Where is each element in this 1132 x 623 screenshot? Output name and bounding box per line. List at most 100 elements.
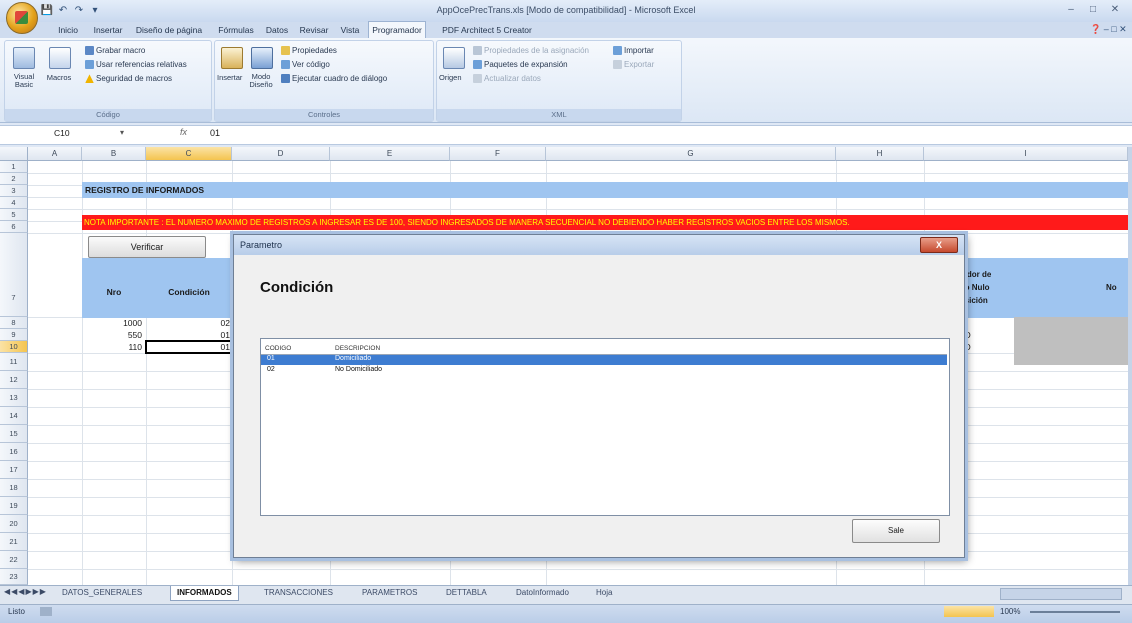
macros-icon [49,47,71,69]
row-header-9[interactable]: 9 [0,329,28,341]
close-button[interactable]: ✕ [1106,3,1124,17]
tab-formulas[interactable]: Fórmulas [216,22,256,38]
origen-button[interactable]: Origen [439,73,462,82]
propiedades-asignacion-button[interactable]: Propiedades de la asignación [473,45,589,57]
sheet-tab-informados[interactable]: INFORMADOS [170,586,239,601]
column-header-h[interactable]: H [836,147,924,161]
row-header-16[interactable]: 16 [0,443,28,461]
name-box[interactable]: C10 [8,127,94,140]
row-header-19[interactable]: 19 [0,497,28,515]
row-header-20[interactable]: 20 [0,515,28,533]
vertical-scrollbar[interactable] [1128,147,1132,585]
row-header-18[interactable]: 18 [0,479,28,497]
row-header-10[interactable]: 10 [0,341,28,353]
row-header-23[interactable]: 23 [0,569,28,585]
cell-condicion[interactable]: 02 [146,318,230,328]
list-item[interactable]: 02 No Domiciliado [261,366,947,376]
cell-nro[interactable]: 550 [82,330,142,340]
sheet-tab-datos-generales[interactable]: DATOS_GENERALES [56,586,148,600]
row-header-13[interactable]: 13 [0,389,28,407]
visual-basic-button[interactable]: Visual Basic [7,73,41,89]
row-header-11[interactable]: 11 [0,353,28,371]
row-header-6[interactable]: 6 [0,221,28,233]
sale-button[interactable]: Sale [852,519,940,543]
horizontal-scrollbar[interactable] [1000,588,1122,600]
view-code-icon [281,60,290,70]
active-cell-c10[interactable] [145,340,233,354]
name-box-dropdown-icon[interactable]: ▾ [120,128,124,137]
refresh-data-icon [473,74,482,84]
dialog-titlebar[interactable]: Parametro X [234,235,964,255]
fx-icon[interactable]: fx [180,127,187,137]
row-header-1[interactable]: 1 [0,161,28,173]
exportar-button[interactable]: Exportar [613,59,654,71]
sheet-tab-hoja[interactable]: Hoja [590,586,618,600]
macros-button[interactable]: Macros [43,73,75,82]
tab-programador[interactable]: Programador [368,21,426,38]
tab-inicio[interactable]: Inicio [52,22,84,38]
sheet-tab-parametros[interactable]: PARAMETROS [356,586,423,600]
cell-nro[interactable]: 110 [82,342,142,352]
row-header-8[interactable]: 8 [0,317,28,329]
tab-revisar[interactable]: Revisar [296,22,332,38]
modo-diseno-button[interactable]: Modo Diseño [247,73,275,89]
dialog-close-button[interactable]: X [920,237,958,253]
help-icon[interactable]: ❓ – □ ✕ [1090,24,1127,35]
column-header-i[interactable]: I [924,147,1128,161]
usar-referencias-button[interactable]: Usar referencias relativas [85,59,187,71]
actualizar-datos-button[interactable]: Actualizar datos [473,73,541,85]
importar-label: Importar [624,46,654,55]
column-header-c[interactable]: C [146,147,232,161]
row-header-22[interactable]: 22 [0,551,28,569]
row-header-7[interactable]: 7 [0,233,28,317]
view-buttons[interactable] [944,606,994,617]
column-header-b[interactable]: B [82,147,146,161]
row-header-14[interactable]: 14 [0,407,28,425]
row-header-2[interactable]: 2 [0,173,28,185]
minimize-button[interactable]: – [1062,3,1080,17]
seguridad-macros-button[interactable]: Seguridad de macros [85,73,172,85]
row-header-3[interactable]: 3 [0,185,28,197]
row-header-4[interactable]: 4 [0,197,28,209]
condicion-listbox[interactable]: CODIGO DESCRIPCION 01 Domiciliado 02 No … [260,338,950,516]
ejecutar-cuadro-button[interactable]: Ejecutar cuadro de diálogo [281,73,387,85]
list-item[interactable]: 01 Domiciliado [261,355,947,365]
tab-vista[interactable]: Vista [336,22,364,38]
maximize-button[interactable]: □ [1084,3,1102,17]
verificar-button[interactable]: Verificar [88,236,206,258]
column-header-g[interactable]: G [546,147,836,161]
grabar-macro-button[interactable]: Grabar macro [85,45,145,57]
paquetes-expansion-button[interactable]: Paquetes de expansión [473,59,568,71]
column-header-f[interactable]: F [450,147,546,161]
zoom-slider[interactable] [1030,611,1120,613]
tab-datos[interactable]: Datos [262,22,292,38]
insertar-control-button[interactable]: Insertar [217,73,242,82]
row-header-21[interactable]: 21 [0,533,28,551]
sheet-tab-datoinformado[interactable]: DatoInformado [510,586,575,600]
tab-insertar[interactable]: Insertar [90,22,126,38]
row-header-17[interactable]: 17 [0,461,28,479]
sheet-tab-transacciones[interactable]: TRANSACCIONES [258,586,339,600]
formula-input[interactable]: 01 [210,127,1110,140]
column-header-e[interactable]: E [330,147,450,161]
zoom-level[interactable]: 100% [1000,607,1020,616]
sheet-nav-icon[interactable]: ◀◀◀▶▶▶ [4,587,47,596]
column-header-d[interactable]: D [232,147,330,161]
row-header-5[interactable]: 5 [0,209,28,221]
tab-pdf-architect[interactable]: PDF Architect 5 Creator [432,22,542,38]
cell-condicion[interactable]: 01 [146,330,230,340]
tab-diseno-pagina[interactable]: Diseño de página [130,22,208,38]
cell-nro[interactable]: 1000 [82,318,142,328]
column-header-a[interactable]: A [28,147,82,161]
office-button[interactable] [6,2,38,34]
row-header-15[interactable]: 15 [0,425,28,443]
ver-codigo-button[interactable]: Ver código [281,59,330,71]
usar-referencias-label: Usar referencias relativas [96,60,187,69]
sheet-tab-dettabla[interactable]: DETTABLA [440,586,493,600]
macro-record-icon[interactable] [40,607,52,616]
row-header-12[interactable]: 12 [0,371,28,389]
select-all-corner[interactable] [0,147,28,161]
importar-button[interactable]: Importar [613,45,654,57]
propiedades-button[interactable]: Propiedades [281,45,337,57]
group-xml: Origen Propiedades de la asignación Paqu… [436,40,682,122]
